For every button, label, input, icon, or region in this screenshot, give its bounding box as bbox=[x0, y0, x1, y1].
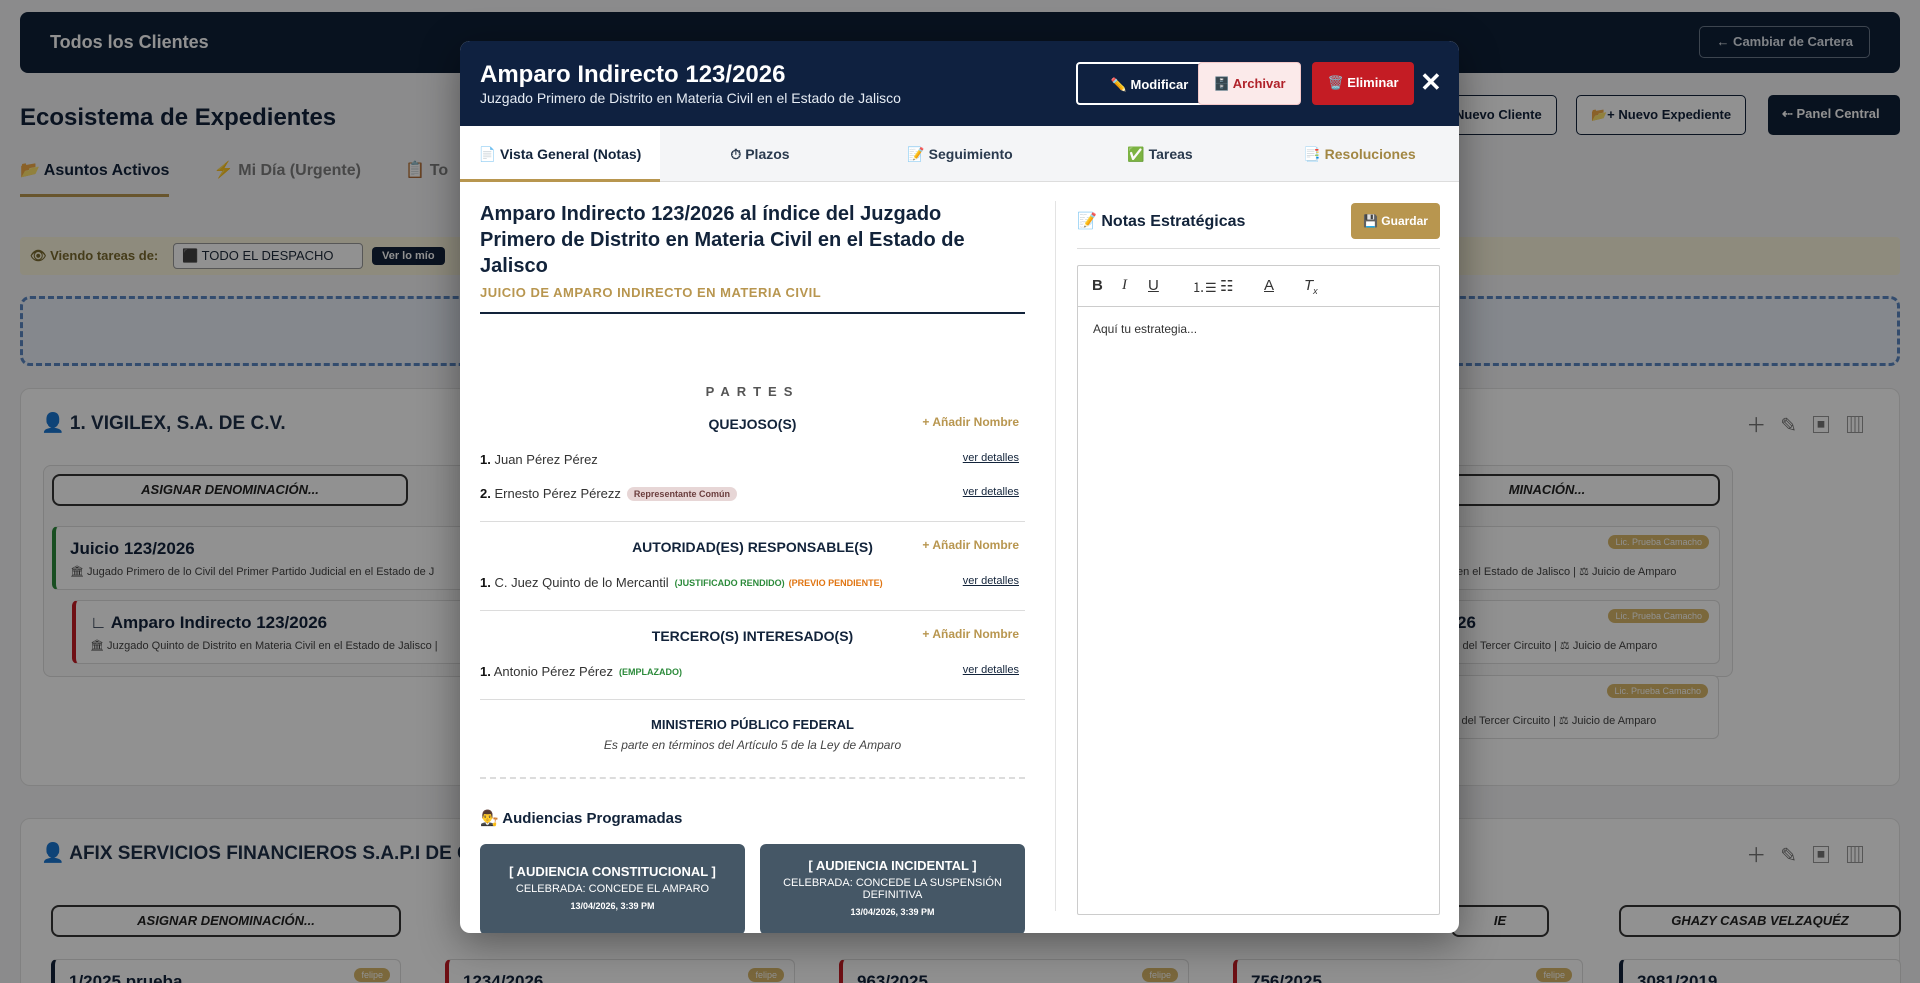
modal-tabs: 📄 Vista General (Notas) ⏱ Plazos 📝 Segui… bbox=[460, 126, 1459, 182]
clear-format-icon[interactable]: Tx bbox=[1304, 277, 1318, 296]
tab-overview[interactable]: 📄 Vista General (Notas) bbox=[460, 126, 660, 182]
add-plaintiff-button[interactable]: + Añadir Nombre bbox=[922, 415, 1019, 429]
party-name: Juan Pérez Pérez bbox=[494, 452, 598, 467]
party-name: Ernesto Pérez Pérezz bbox=[494, 486, 621, 501]
party-name: C. Juez Quinto de lo Mercantil bbox=[494, 575, 669, 590]
party-number: 1. bbox=[480, 575, 491, 590]
modal-title: Amparo Indirecto 123/2026 bbox=[480, 61, 786, 88]
modal-subtitle: Juzgado Primero de Distrito en Materia C… bbox=[480, 90, 901, 106]
status-badge: (JUSTIFICADO RENDIDO) bbox=[674, 578, 785, 588]
party-row: 1. Juan Pérez Pérez ver detalles bbox=[480, 452, 1025, 467]
bullet-list-icon[interactable]: ☷ bbox=[1220, 277, 1233, 295]
hearing-name: [ AUDIENCIA INCIDENTAL ] bbox=[808, 858, 977, 873]
parties-heading: PARTES bbox=[705, 384, 800, 399]
case-detail-modal: Amparo Indirecto 123/2026 Juzgado Primer… bbox=[460, 41, 1459, 933]
hearing-card[interactable]: [ AUDIENCIA CONSTITUCIONAL ] CELEBRADA: … bbox=[480, 844, 745, 933]
close-icon[interactable]: ✕ bbox=[1420, 67, 1442, 97]
add-authority-button[interactable]: + Añadir Nombre bbox=[922, 538, 1019, 552]
editor-placeholder[interactable]: Aquí tu estrategia... bbox=[1093, 322, 1197, 336]
hearing-result: CELEBRADA: CONCEDE EL AMPARO bbox=[515, 883, 710, 895]
hearing-name: [ AUDIENCIA CONSTITUCIONAL ] bbox=[509, 864, 716, 879]
divider bbox=[480, 699, 1025, 700]
overview-panel: Amparo Indirecto 123/2026 al índice del … bbox=[480, 201, 1025, 933]
divider bbox=[1077, 248, 1440, 249]
tab-resolutions[interactable]: 📑 Resoluciones bbox=[1260, 126, 1459, 182]
ordered-list-icon[interactable]: ⒈☰ bbox=[1192, 277, 1217, 296]
notes-title: 📝 Notas Estratégicas bbox=[1077, 213, 1246, 230]
add-third-party-button[interactable]: + Añadir Nombre bbox=[922, 627, 1019, 641]
case-type: JUICIO DE AMPARO INDIRECTO EN MATERIA CI… bbox=[480, 285, 1025, 314]
common-representative-badge: Representante Común bbox=[626, 487, 737, 501]
divider bbox=[480, 610, 1025, 611]
public-ministry-desc: Es parte en términos del Artículo 5 de l… bbox=[603, 738, 902, 752]
save-button[interactable]: 💾 Guardar bbox=[1351, 203, 1440, 239]
hearing-date: 13/04/2026, 3:39 PM bbox=[570, 901, 655, 911]
status-badge: (PREVIO PENDIENTE) bbox=[788, 578, 883, 588]
divider bbox=[480, 777, 1025, 779]
divider bbox=[480, 521, 1025, 522]
public-ministry-title: MINISTERIO PÚBLICO FEDERAL bbox=[651, 717, 854, 732]
party-number: 1. bbox=[480, 664, 491, 679]
party-row: 1. C. Juez Quinto de lo Mercantil (JUSTIF… bbox=[480, 575, 1025, 590]
archive-button[interactable]: 🗄️ Archivar bbox=[1198, 62, 1301, 105]
party-number: 2. bbox=[480, 486, 491, 501]
delete-button[interactable]: 🗑️ Eliminar bbox=[1312, 62, 1414, 105]
party-name: Antonio Pérez Pérez bbox=[493, 664, 613, 679]
tab-followup[interactable]: 📝 Seguimiento bbox=[860, 126, 1060, 182]
hearing-card[interactable]: [ AUDIENCIA INCIDENTAL ] CELEBRADA: CONC… bbox=[760, 844, 1025, 933]
column-divider bbox=[1055, 201, 1056, 911]
hearing-result: CELEBRADA: CONCEDE LA SUSPENSIÓN DEFINIT… bbox=[783, 877, 1002, 901]
party-row: 2. Ernesto Pérez Pérezz Representante Com… bbox=[480, 486, 1025, 501]
tab-deadlines[interactable]: ⏱ Plazos bbox=[660, 126, 860, 182]
notes-editor[interactable]: B I U ⒈☰ ☷ A Tx Aquí tu estrategia... bbox=[1077, 265, 1440, 915]
party-row: 1. Antonio Pérez Pérez (EMPLAZADO) ver det… bbox=[480, 664, 1025, 679]
bold-icon[interactable]: B bbox=[1092, 277, 1103, 294]
party-number: 1. bbox=[480, 452, 491, 467]
hearings-title: 👨‍⚖️ Audiencias Programadas bbox=[480, 810, 683, 827]
status-badge: (EMPLAZADO) bbox=[618, 667, 682, 677]
text-color-icon[interactable]: A bbox=[1264, 277, 1274, 294]
case-title: Amparo Indirecto 123/2026 al índice del … bbox=[480, 203, 965, 277]
see-details-link[interactable]: ver detalles bbox=[963, 664, 1019, 676]
underline-icon[interactable]: U bbox=[1148, 277, 1159, 294]
tab-tasks[interactable]: ✅ Tareas bbox=[1060, 126, 1260, 182]
hearing-date: 13/04/2026, 3:39 PM bbox=[850, 907, 935, 917]
editor-toolbar: B I U ⒈☰ ☷ A Tx bbox=[1078, 266, 1439, 307]
italic-icon[interactable]: I bbox=[1122, 277, 1127, 294]
modal-header: Amparo Indirecto 123/2026 Juzgado Primer… bbox=[460, 41, 1459, 126]
see-details-link[interactable]: ver detalles bbox=[963, 575, 1019, 587]
see-details-link[interactable]: ver detalles bbox=[963, 486, 1019, 498]
public-ministry: MINISTERIO PÚBLICO FEDERAL Es parte en t… bbox=[480, 717, 1025, 752]
see-details-link[interactable]: ver detalles bbox=[963, 452, 1019, 464]
